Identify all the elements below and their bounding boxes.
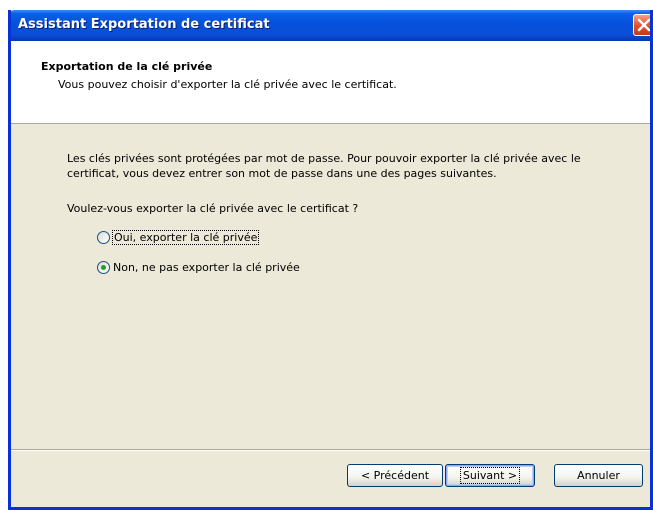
radio-label-yes[interactable]: Oui, exporter la clé privée	[111, 230, 260, 245]
radio-export-no[interactable]: Non, ne pas exporter la clé privée	[97, 261, 300, 274]
wizard-header: Exportation de la clé privée Vous pouvez…	[11, 41, 650, 124]
radio-label-no[interactable]: Non, ne pas exporter la clé privée	[113, 261, 300, 274]
cancel-button-label: Annuler	[577, 469, 620, 482]
title-bar[interactable]: Assistant Exportation de certificat	[11, 10, 650, 41]
cancel-button[interactable]: Annuler	[554, 464, 643, 487]
window-title: Assistant Exportation de certificat	[18, 17, 270, 32]
footer-separator	[11, 449, 650, 451]
radio-button-yes[interactable]	[97, 231, 110, 244]
close-button[interactable]	[633, 14, 650, 36]
description-text: Les clés privées sont protégées par mot …	[67, 152, 581, 180]
next-button[interactable]: Suivant >	[445, 464, 535, 487]
radio-export-yes[interactable]: Oui, exporter la clé privée	[97, 230, 260, 245]
back-button[interactable]: < Précédent	[347, 464, 443, 487]
next-button-label: Suivant >	[459, 467, 521, 484]
dialog-window: Assistant Exportation de certificat Expo…	[8, 10, 653, 510]
question-text: Voulez-vous exporter la clé privée avec …	[67, 202, 359, 215]
header-title: Exportation de la clé privée	[41, 60, 213, 73]
radio-button-no[interactable]	[97, 261, 110, 274]
header-subtitle: Vous pouvez choisir d'exporter la clé pr…	[58, 78, 397, 91]
back-button-label: < Précédent	[360, 469, 430, 482]
